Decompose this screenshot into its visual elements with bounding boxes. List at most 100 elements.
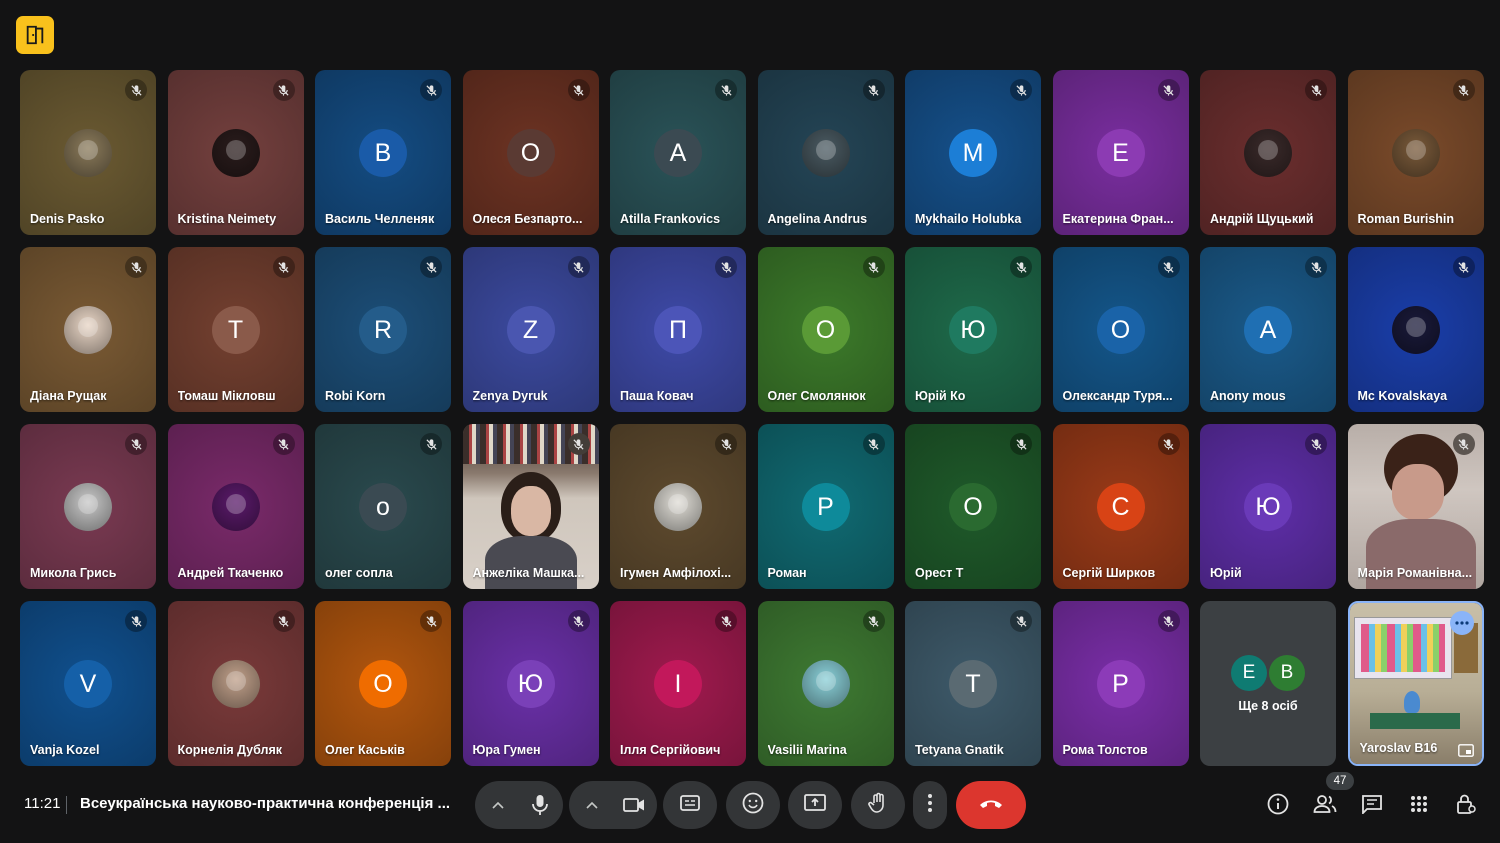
clock: 11:21 bbox=[24, 795, 61, 812]
participant-tile[interactable]: Ю Юрій Ко bbox=[905, 247, 1041, 412]
participant-tile[interactable]: Ігумен Амфілохі... bbox=[610, 424, 746, 589]
avatar: о bbox=[359, 483, 407, 531]
avatar: Е bbox=[1231, 655, 1267, 691]
captions-button[interactable] bbox=[663, 781, 717, 829]
participant-tile[interactable]: Андрей Ткаченко bbox=[167, 424, 304, 589]
participant-name: Роман bbox=[767, 566, 807, 580]
participant-tile[interactable]: О Олег Смолянюк bbox=[757, 247, 894, 412]
participant-tile[interactable]: О Олег Каськів bbox=[315, 601, 451, 766]
participant-tile[interactable]: Марія Романівна... bbox=[1347, 424, 1484, 589]
participant-tile[interactable]: R Robi Korn bbox=[315, 247, 451, 412]
profile-photo bbox=[211, 660, 260, 708]
participant-tile[interactable]: О Орест Т bbox=[905, 424, 1041, 589]
avatar: О bbox=[506, 129, 555, 177]
participant-tile[interactable]: T Tetyana Gnatik bbox=[905, 601, 1041, 766]
participant-tile[interactable]: С Сергій Ширков bbox=[1052, 424, 1189, 589]
participant-tile[interactable]: Mc Kovalskaya bbox=[1347, 247, 1484, 412]
divider bbox=[66, 796, 67, 814]
people-icon[interactable] bbox=[1311, 790, 1339, 818]
profile-photo bbox=[1391, 129, 1440, 177]
present-screen-icon bbox=[804, 793, 826, 817]
activities-grid-icon[interactable] bbox=[1405, 790, 1433, 818]
avatar: П bbox=[654, 306, 702, 354]
participant-tile[interactable]: Angelina Andrus bbox=[757, 70, 894, 235]
mic-off-icon bbox=[1157, 79, 1180, 101]
logo-door-icon[interactable] bbox=[16, 16, 54, 54]
camera-control-group bbox=[569, 781, 657, 829]
chevron-up-icon[interactable] bbox=[477, 781, 519, 829]
participant-tile[interactable]: Kristina Neimety bbox=[167, 70, 304, 235]
leave-call-button[interactable] bbox=[956, 781, 1026, 829]
participant-tile[interactable]: A Atilla Frankovics bbox=[610, 70, 746, 235]
mic-off-icon bbox=[862, 79, 885, 101]
avatar: Ю bbox=[949, 306, 997, 354]
participant-tile[interactable]: І Ілля Сергійович bbox=[610, 601, 746, 766]
avatar: A bbox=[1244, 306, 1292, 354]
participant-tile[interactable]: Анжеліка Машка... bbox=[462, 424, 599, 589]
profile-photo bbox=[211, 483, 260, 531]
avatar: V bbox=[64, 660, 112, 708]
participant-tile[interactable]: В Василь Челленяк bbox=[315, 70, 451, 235]
raise-hand-button[interactable] bbox=[851, 781, 905, 829]
mic-off-icon bbox=[1305, 433, 1327, 455]
participant-tile[interactable]: О Олеся Безпарто... bbox=[462, 70, 599, 235]
participant-tile[interactable]: О Олександр Туря... bbox=[1052, 247, 1189, 412]
participant-name: Орест Т bbox=[915, 566, 964, 580]
participant-tile[interactable]: о олег сопла bbox=[315, 424, 451, 589]
mic-off-icon bbox=[1157, 256, 1180, 278]
participant-tile[interactable]: Р Роман bbox=[757, 424, 894, 589]
mic-off-icon bbox=[862, 256, 885, 278]
participant-tile[interactable]: Діана Рущак bbox=[20, 247, 156, 412]
participant-tile[interactable]: П Паша Ковач bbox=[610, 247, 746, 412]
participant-tile[interactable]: Vasilii Marina bbox=[757, 601, 894, 766]
present-screen-button[interactable] bbox=[788, 781, 842, 829]
participant-name: Denis Pasko bbox=[30, 212, 105, 226]
participant-tile[interactable]: A Anony mous bbox=[1200, 247, 1336, 412]
participant-name: Екатерина Фран... bbox=[1062, 212, 1174, 226]
microphone-icon[interactable] bbox=[519, 781, 561, 829]
more-horizontal-icon[interactable] bbox=[1449, 611, 1474, 635]
host-controls-lock-icon[interactable] bbox=[1452, 790, 1480, 818]
more-participants-label: Ще 8 осіб bbox=[1238, 699, 1298, 713]
participant-tile[interactable]: Микола Грись bbox=[20, 424, 156, 589]
avatar: І bbox=[654, 660, 702, 708]
more-participants-tile[interactable]: Е В Ще 8 осіб bbox=[1200, 601, 1336, 766]
mic-off-icon bbox=[1010, 433, 1032, 455]
avatar: О bbox=[949, 483, 997, 531]
participant-tile[interactable]: V Vanja Kozel bbox=[20, 601, 156, 766]
participant-tile[interactable]: Ю Юра Гумен bbox=[462, 601, 599, 766]
participant-tile[interactable]: Roman Burishin bbox=[1347, 70, 1484, 235]
camera-icon[interactable] bbox=[613, 781, 655, 829]
more-vertical-icon bbox=[927, 793, 933, 818]
participant-name: Анжеліка Машка... bbox=[472, 566, 585, 580]
participant-tile[interactable]: Корнелія Дубляк bbox=[167, 601, 304, 766]
participant-name: Олег Смолянюк bbox=[767, 389, 866, 403]
participant-name: Ігумен Амфілохі... bbox=[620, 566, 732, 580]
more-options-button[interactable] bbox=[913, 781, 947, 829]
mic-off-icon bbox=[125, 433, 147, 455]
participant-tile[interactable]: Denis Pasko bbox=[20, 70, 156, 235]
participant-name: Kristina Neimety bbox=[177, 212, 277, 226]
avatar: О bbox=[359, 660, 407, 708]
mic-off-icon bbox=[1010, 256, 1032, 278]
mic-off-icon bbox=[567, 79, 590, 101]
participant-tile[interactable]: Ю Юрій bbox=[1200, 424, 1336, 589]
meeting-title: Всеукраїнська науково-практична конферен… bbox=[80, 795, 451, 812]
picture-in-picture-icon[interactable] bbox=[1456, 742, 1476, 758]
participant-count-badge: 47 bbox=[1326, 772, 1354, 790]
self-view-tile[interactable]: Yaroslav B16 bbox=[1347, 601, 1484, 766]
participant-tile[interactable]: Андрій Щуцький bbox=[1200, 70, 1336, 235]
participant-name: Angelina Andrus bbox=[767, 212, 868, 226]
participant-tile[interactable]: M Mykhailo Holubka bbox=[905, 70, 1041, 235]
participant-tile[interactable]: E Екатерина Фран... bbox=[1052, 70, 1189, 235]
participant-tile[interactable]: Р Рома Толстов bbox=[1052, 601, 1189, 766]
participant-tile[interactable]: T Томаш Мікловш bbox=[167, 247, 304, 412]
participant-name: Robi Korn bbox=[325, 389, 386, 403]
participant-tile[interactable]: Z Zenya Dyruk bbox=[462, 247, 599, 412]
mic-off-icon bbox=[1157, 433, 1180, 455]
reactions-button[interactable] bbox=[726, 781, 780, 829]
chevron-up-icon[interactable] bbox=[571, 781, 613, 829]
chat-icon[interactable] bbox=[1358, 790, 1386, 818]
info-icon[interactable] bbox=[1264, 790, 1292, 818]
participant-name: Vasilii Marina bbox=[767, 743, 847, 757]
